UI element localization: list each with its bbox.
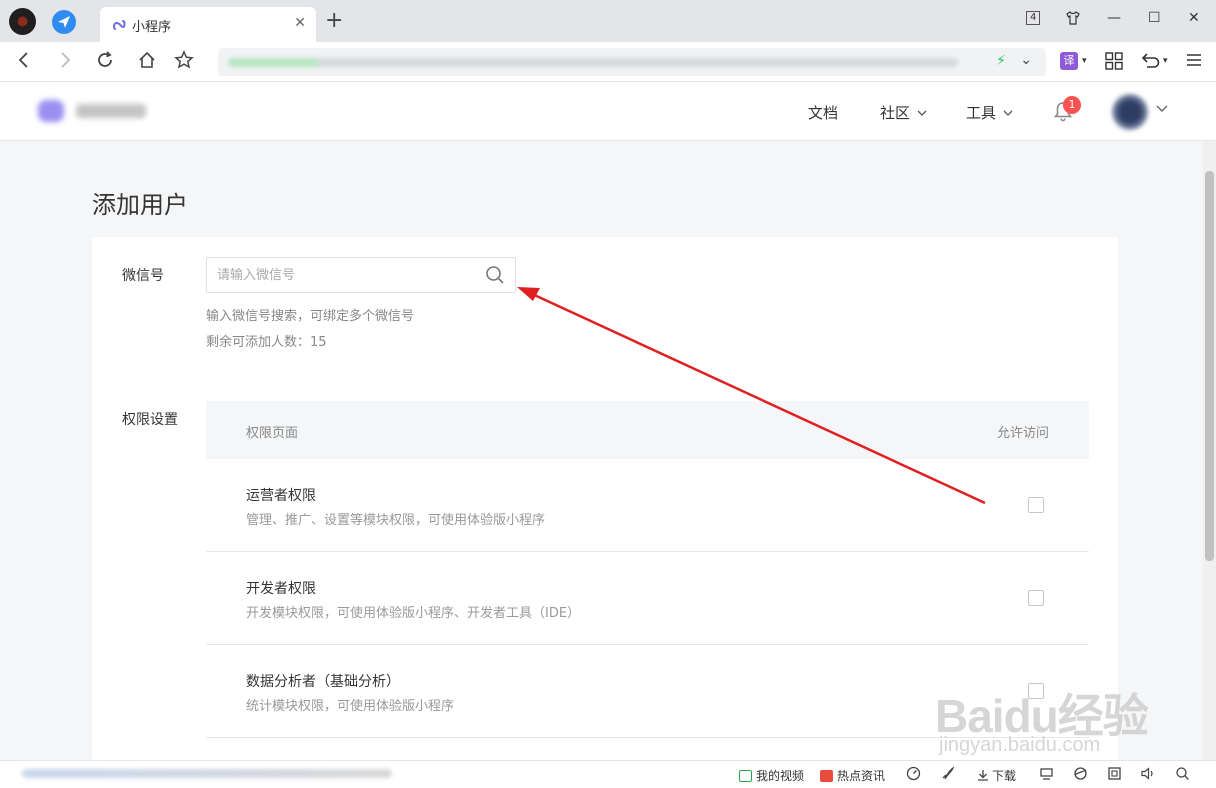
url-text-blurred [228,58,958,67]
chevron-down-icon[interactable] [1156,102,1168,116]
devices-icon[interactable] [1039,766,1054,785]
address-bar[interactable]: ⚡ ⌄ [218,48,1046,76]
translate-icon[interactable]: 译 [1060,52,1078,70]
main-content: 添加用户 微信号 输入微信号搜索，可绑定多个微信号 剩余可添加人数：15 权限设… [0,141,1203,777]
wechat-hint-text: 输入微信号搜索，可绑定多个微信号 [206,309,415,324]
column-header-access: 允许访问 [996,426,1049,441]
page-title: 添加用户 [92,191,188,219]
menu-icon[interactable] [1186,52,1202,73]
nav-community[interactable]: 社区 [880,102,927,123]
nav-docs[interactable]: 文档 [808,102,838,123]
permission-name: 数据分析者（基础分析） [246,674,400,690]
tab-close-icon[interactable]: ✕ [294,15,306,31]
site-header: 文档 社区 工具 1 [0,82,1216,141]
window-close-button[interactable]: ✕ [1188,10,1200,26]
chevron-down-icon [917,110,927,116]
news-icon [820,770,833,782]
send-arrow-icon[interactable] [52,10,76,34]
avatar[interactable] [1112,94,1148,130]
tab-title: 小程序 [132,20,172,35]
permission-name: 运营者权限 [246,488,316,504]
browser-engine-icon[interactable] [1073,766,1088,785]
wechat-id-input[interactable] [207,258,477,292]
notification-badge: 1 [1063,96,1081,114]
reload-icon[interactable] [95,50,115,75]
table-row: 运营者权限 管理、推广、设置等模块权限，可使用体验版小程序 [206,459,1089,552]
browser-toolbar: ⚡ ⌄ 译 ▾ ▾ [0,42,1216,82]
speed-icon[interactable] [906,766,921,785]
remaining-count-text: 剩余可添加人数：15 [206,335,327,350]
search-icon[interactable] [485,265,505,289]
browser-tab-bar: 小程序 ✕ + 4 — ☐ ✕ [0,0,1216,42]
nav-tools[interactable]: 工具 [966,102,1013,123]
video-play-icon [739,770,752,782]
chevron-down-icon[interactable]: ⌄ [1020,52,1032,68]
undo-icon[interactable] [1140,52,1160,75]
back-icon[interactable] [16,50,32,75]
operator-permission-checkbox[interactable] [1028,497,1044,513]
wechat-search-box[interactable] [206,257,516,293]
translate-dropdown-icon[interactable]: ▾ [1082,56,1087,66]
rocket-icon[interactable] [940,766,955,785]
window-minimize-button[interactable]: — [1107,10,1121,26]
permission-table-header: 权限页面 允许访问 [206,401,1089,459]
bookmark-star-icon[interactable] [174,50,194,75]
permission-desc: 统计模块权限，可使用体验版小程序 [246,699,455,714]
permission-desc: 管理、推广、设置等模块权限，可使用体验版小程序 [246,513,546,528]
my-video-label: 我的视频 [756,769,805,783]
browser-tab-active[interactable]: 小程序 ✕ [100,7,316,42]
browser-status-bar: 我的视频 热点资讯 下载 [0,760,1216,788]
wechat-id-label: 微信号 [122,268,164,284]
my-video-button[interactable]: 我的视频 [739,767,804,784]
miniprogram-logo[interactable] [36,98,156,124]
baidu-jingyan-watermark: Baidu经验 jingyan.baidu.com [935,680,1150,760]
page-scrollbar[interactable] [1203,141,1216,760]
browser-logo-icon[interactable] [9,8,36,35]
scrollbar-thumb[interactable] [1205,171,1214,561]
miniprogram-icon [112,17,126,36]
volume-icon[interactable] [1140,766,1155,785]
nav-tools-label: 工具 [966,104,997,122]
skin-shirt-icon[interactable] [1065,10,1081,30]
home-icon[interactable] [137,50,157,75]
watermark-url: jingyan.baidu.com [939,734,1101,756]
download-label: 下载 [992,769,1017,783]
forward-icon[interactable] [57,50,73,75]
permission-name: 开发者权限 [246,581,316,597]
nav-community-label: 社区 [880,104,911,122]
grid-apps-icon[interactable] [1105,52,1123,75]
tab-count-badge[interactable]: 4 [1026,11,1041,25]
window-layout-icon[interactable] [1107,766,1122,785]
chevron-down-icon [1003,110,1013,116]
download-button[interactable]: 下载 [977,767,1016,784]
table-row: 开发者权限 开发模块权限，可使用体验版小程序、开发者工具（IDE） [206,552,1089,645]
hot-news-button[interactable]: 热点资讯 [820,767,885,784]
permission-desc: 开发模块权限，可使用体验版小程序、开发者工具（IDE） [246,606,581,621]
zoom-search-icon[interactable] [1175,766,1190,785]
window-maximize-button[interactable]: ☐ [1148,10,1161,26]
developer-permission-checkbox[interactable] [1028,590,1044,606]
hot-news-label: 热点资讯 [837,769,886,783]
status-text-blurred [22,769,392,778]
download-icon [978,770,988,781]
lightning-icon[interactable]: ⚡ [996,53,1006,69]
undo-dropdown-icon[interactable]: ▾ [1163,56,1168,66]
permission-settings-label: 权限设置 [122,412,178,428]
column-header-page: 权限页面 [246,426,299,441]
new-tab-button[interactable]: + [325,10,343,32]
